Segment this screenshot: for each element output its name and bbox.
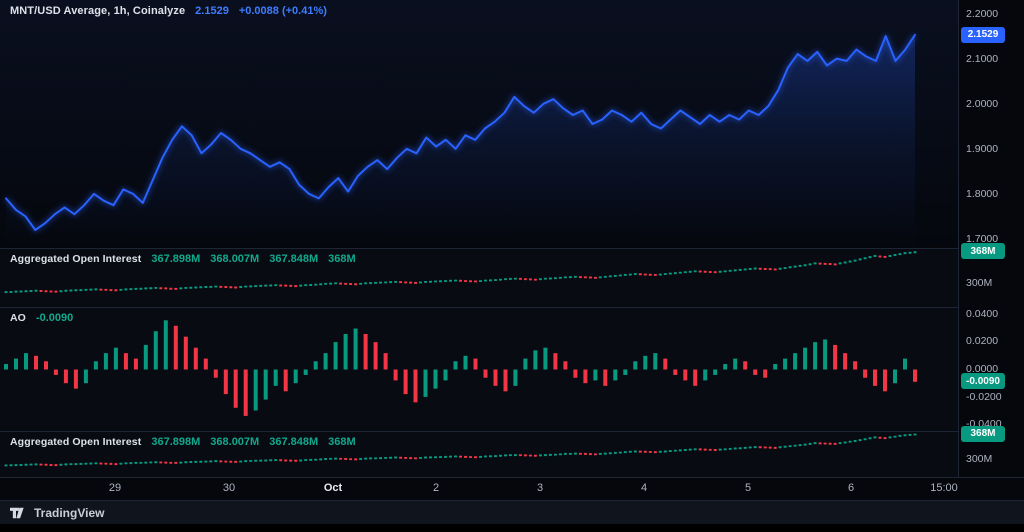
axis-label: 0.0200 (966, 335, 998, 347)
open-interest-panel-top[interactable]: Aggregated Open Interest 367.898M 368.00… (0, 248, 958, 307)
open-interest-title[interactable]: Aggregated Open Interest (10, 253, 141, 265)
time-label: 15:00 (930, 482, 958, 494)
time-label: 2 (433, 482, 439, 494)
price-scale[interactable]: 2.20002.10002.00001.90001.80001.7000300M… (958, 0, 1024, 477)
awesome-oscillator-histogram[interactable] (0, 308, 958, 431)
open-interest-title[interactable]: Aggregated Open Interest (10, 436, 141, 448)
time-label: 29 (109, 482, 121, 494)
oi-open-value: 367.898M (151, 436, 200, 448)
open-interest-badge: 368M (961, 243, 1005, 259)
awesome-oscillator-panel[interactable]: AO -0.0090 (0, 307, 958, 431)
axis-label: 2.2000 (966, 8, 998, 20)
open-interest-panel-bottom[interactable]: Aggregated Open Interest 367.898M 368.00… (0, 431, 958, 477)
oi-high-value: 368.007M (210, 436, 259, 448)
price-chart-panel[interactable]: MNT/USD Average, 1h, Coinalyze 2.1529 +0… (0, 0, 958, 248)
oi-close-value: 368M (328, 436, 356, 448)
time-label: 4 (641, 482, 647, 494)
time-label: 30 (223, 482, 235, 494)
axis-label: 2.0000 (966, 98, 998, 110)
ao-value-badge: -0.0090 (961, 373, 1005, 389)
axis-label: 0.0400 (966, 308, 998, 320)
time-label: 6 (848, 482, 854, 494)
oi-low-value: 367.848M (269, 436, 318, 448)
axis-label: 300M (966, 277, 992, 289)
axis-label: 2.1000 (966, 53, 998, 65)
oi-low-value: 367.848M (269, 253, 318, 265)
axis-label: -0.0200 (966, 391, 1002, 403)
time-label: 5 (745, 482, 751, 494)
ao-title[interactable]: AO (10, 312, 26, 324)
oi-high-value: 368.007M (210, 253, 259, 265)
symbol-title[interactable]: MNT/USD Average, 1h, Coinalyze (10, 5, 185, 17)
axis-label: 1.8000 (966, 188, 998, 200)
open-interest-badge: 368M (961, 426, 1005, 442)
time-label: 3 (537, 482, 543, 494)
tradingview-logo-icon (10, 507, 28, 519)
axis-label: 1.9000 (966, 143, 998, 155)
oi-close-value: 368M (328, 253, 356, 265)
tradingview-chart-window: MNT/USD Average, 1h, Coinalyze 2.1529 +0… (0, 0, 1024, 532)
oi-open-value: 367.898M (151, 253, 200, 265)
tradingview-logo[interactable]: TradingView (10, 506, 104, 520)
price-line-chart[interactable] (0, 0, 958, 248)
last-price-badge: 2.1529 (961, 27, 1005, 43)
axis-label: 300M (966, 453, 992, 465)
bottom-strip (0, 524, 1024, 532)
price-legend: MNT/USD Average, 1h, Coinalyze 2.1529 +0… (10, 5, 327, 17)
open-interest-legend-top: Aggregated Open Interest 367.898M 368.00… (10, 253, 356, 265)
time-scale[interactable]: 29 30 Oct 2 3 4 5 6 15:00 (0, 477, 1024, 500)
open-interest-legend-bottom: Aggregated Open Interest 367.898M 368.00… (10, 436, 356, 448)
ao-value: -0.0090 (36, 312, 73, 324)
last-price-value: 2.1529 (195, 5, 229, 17)
time-label: Oct (324, 482, 342, 494)
awesome-oscillator-legend: AO -0.0090 (10, 312, 73, 324)
tradingview-brand-text: TradingView (34, 506, 104, 520)
price-change-value: +0.0088 (+0.41%) (239, 5, 327, 17)
chart-footer: TradingView (0, 500, 1024, 524)
